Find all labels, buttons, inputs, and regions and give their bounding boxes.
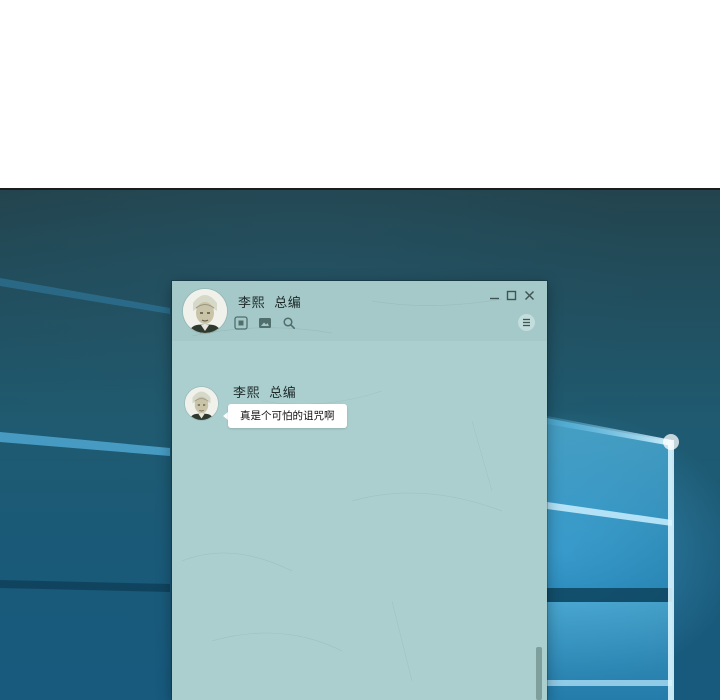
avatar-portrait-icon: [185, 387, 218, 420]
minimize-icon[interactable]: [488, 289, 501, 302]
close-icon[interactable]: [523, 289, 536, 302]
maximize-icon[interactable]: [505, 289, 518, 302]
chat-header: 李熙 总编: [172, 281, 547, 341]
avatar-portrait-icon: [183, 289, 227, 333]
scrollbar[interactable]: [536, 647, 542, 700]
chat-message-area[interactable]: [172, 341, 547, 700]
contact-name: 李熙 总编: [238, 296, 302, 311]
page: 李熙 总编 李熙 总编 真是个可怕的诅咒啊: [0, 0, 720, 700]
paper-texture: [181, 390, 503, 682]
menu-icon: [523, 318, 530, 327]
message-sender-name: 李熙 总编: [233, 386, 297, 401]
image-icon[interactable]: [258, 316, 272, 330]
search-icon[interactable]: [282, 316, 296, 330]
blank-panel: [0, 0, 720, 188]
chat-window: 李熙 总编 李熙 总编 真是个可怕的诅咒啊: [172, 281, 547, 700]
contact-avatar[interactable]: [183, 289, 227, 333]
message-bubble: 真是个可怕的诅咒啊: [228, 404, 347, 428]
menu-button[interactable]: [518, 314, 535, 331]
message-avatar[interactable]: [185, 387, 218, 420]
stop-icon[interactable]: [234, 316, 248, 330]
